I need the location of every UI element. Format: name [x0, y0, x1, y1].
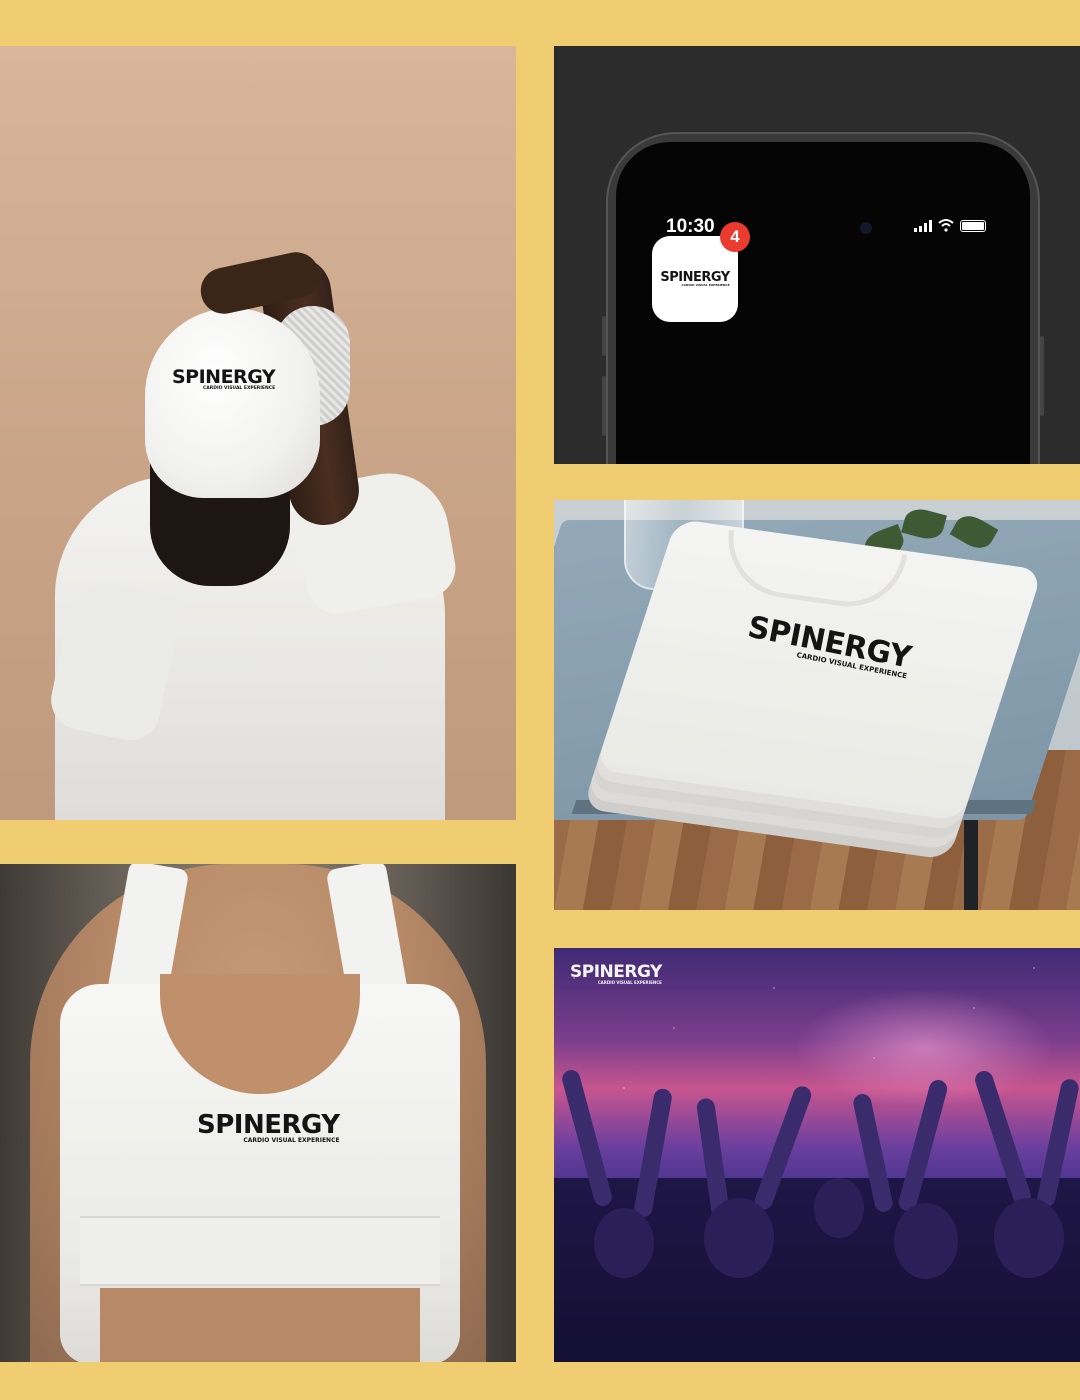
crowd-head	[814, 1178, 864, 1238]
crowd-head	[704, 1198, 774, 1278]
cap-logo: SPINERGY CARDIO VISUAL EXPERIENCE	[172, 366, 276, 392]
status-time: 10:30	[666, 216, 715, 237]
tank-band	[80, 1216, 440, 1286]
wifi-icon	[938, 219, 954, 232]
crowd-head	[994, 1198, 1064, 1278]
crowd-head	[594, 1208, 654, 1278]
nebula	[794, 988, 1054, 1108]
signal-icon	[914, 220, 932, 232]
status-bar-icons	[914, 218, 986, 232]
event-logo-wordmark: SPINERGY	[570, 962, 662, 982]
photo-tank-top: SPINERGY CARDIO VISUAL EXPERIENCE	[0, 864, 516, 1362]
cap-logo-wordmark: SPINERGY	[172, 366, 276, 388]
photo-class-crowd: SPINERGY CARDIO VISUAL EXPERIENCE	[554, 948, 1080, 1362]
notification-badge: 4	[720, 222, 750, 252]
photo-folded-shirts: SPINERGY CARDIO VISUAL EXPERIENCE	[554, 500, 1080, 910]
white-cap	[145, 308, 320, 498]
tank-logo: SPINERGY CARDIO VISUAL EXPERIENCE	[197, 1112, 340, 1144]
crowd-head	[894, 1203, 958, 1279]
battery-icon	[960, 220, 986, 232]
camera-icon	[860, 222, 872, 234]
photo-phone-app: 10:30 SPINERGY CARDIO VISUAL EXPERIENCE …	[554, 46, 1080, 464]
event-logo: SPINERGY CARDIO VISUAL EXPERIENCE	[570, 964, 662, 985]
tank-logo-wordmark: SPINERGY	[197, 1110, 340, 1140]
app-logo: SPINERGY CARDIO VISUAL EXPERIENCE	[660, 271, 730, 287]
photo-cap-and-tee: SPINERGY CARDIO VISUAL EXPERIENCE	[0, 46, 516, 820]
